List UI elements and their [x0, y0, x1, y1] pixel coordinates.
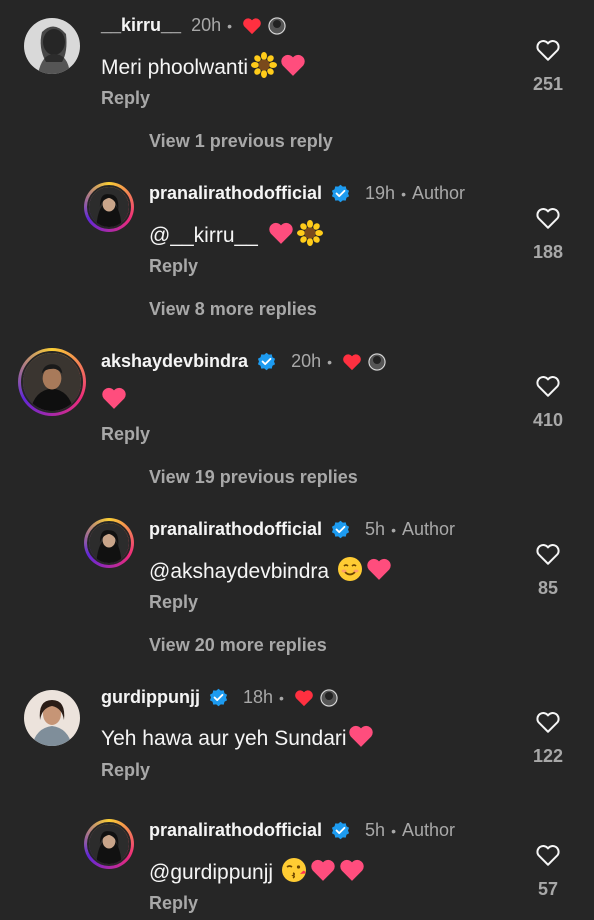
heart-outline-icon[interactable]: [535, 206, 561, 230]
separator-dot: •: [327, 353, 333, 370]
heart-outline-icon[interactable]: [535, 542, 561, 566]
reply-button[interactable]: Reply: [101, 424, 150, 445]
liked-by-author-heart-icon: [343, 353, 361, 370]
separator-dot: •: [401, 185, 406, 202]
author-mini-avatar: [319, 688, 338, 707]
comment-text: Meri phoolwanti: [101, 52, 306, 84]
comment-text: @akshaydevbindra: [149, 556, 392, 588]
comment-meta: pranalirathodofficial 5h • Author: [149, 519, 455, 540]
view-more-replies[interactable]: View 8 more replies: [149, 299, 317, 320]
comment-text: [101, 386, 127, 416]
pink-heart-emoji: [366, 557, 392, 587]
verified-badge-icon: [331, 821, 350, 840]
view-previous-replies[interactable]: View 1 previous reply: [149, 131, 333, 152]
view-previous-replies[interactable]: View 19 previous replies: [149, 467, 358, 488]
like-control: 57: [530, 843, 566, 900]
comment-meta: akshaydevbindra 20h •: [101, 351, 387, 372]
mention-link[interactable]: @gurdippunjj: [149, 861, 273, 885]
like-count: 122: [532, 746, 564, 766]
kissing-face-emoji: [281, 857, 307, 889]
comment-text: @gurdippunjj: [149, 857, 365, 889]
avatar[interactable]: [84, 819, 134, 869]
separator-dot: •: [227, 17, 233, 34]
comment-meta: pranalirathodofficial 19h • Author: [149, 183, 465, 204]
username[interactable]: __kirru__: [101, 15, 181, 36]
pink-heart-emoji: [101, 386, 127, 416]
comment-thread: __kirru__ 20h • Meri phoolwanti Reply 25…: [0, 0, 594, 920]
avatar[interactable]: [24, 690, 80, 746]
like-count: 410: [532, 410, 564, 430]
author-label: Author: [401, 519, 456, 539]
username[interactable]: pranalirathodofficial: [149, 183, 322, 204]
like-count: 85: [537, 578, 559, 598]
username[interactable]: pranalirathodofficial: [149, 519, 322, 540]
comment-meta: gurdippunjj 18h •: [101, 687, 338, 708]
separator-dot: •: [279, 689, 284, 706]
reply-button[interactable]: Reply: [149, 592, 198, 613]
like-control: 122: [530, 710, 566, 767]
timestamp: 19h: [365, 183, 396, 203]
author-mini-avatar: [268, 16, 287, 35]
timestamp: 20h: [291, 351, 322, 371]
like-count: 251: [532, 74, 564, 94]
like-count: 188: [532, 242, 564, 262]
author-label: Author: [411, 183, 466, 203]
separator-dot: •: [391, 822, 396, 839]
like-control: 85: [530, 542, 566, 599]
timestamp: 5h: [365, 820, 386, 840]
mention-link[interactable]: @akshaydevbindra: [149, 560, 329, 584]
comment-text-body: Meri phoolwanti: [101, 56, 249, 79]
pink-heart-emoji: [348, 724, 374, 754]
comment-text: Yeh hawa aur yeh Sundari: [101, 724, 374, 754]
separator-dot: •: [391, 521, 396, 538]
comment-meta: __kirru__ 20h •: [101, 15, 287, 36]
heart-outline-icon[interactable]: [535, 843, 561, 867]
liked-by-author-indicator: [294, 688, 338, 707]
pink-heart-emoji: [310, 858, 336, 888]
liked-by-author-indicator: [242, 16, 287, 35]
view-more-replies[interactable]: View 20 more replies: [149, 635, 327, 656]
liked-by-author-heart-icon: [243, 17, 261, 34]
mention-link[interactable]: @__kirru__: [149, 224, 258, 248]
pink-heart-emoji: [268, 221, 294, 251]
reply-button[interactable]: Reply: [149, 256, 198, 277]
heart-outline-icon[interactable]: [535, 710, 561, 734]
like-control: 251: [530, 38, 566, 95]
liked-by-author-heart-icon: [295, 689, 313, 706]
username[interactable]: gurdippunjj: [101, 687, 200, 708]
timestamp: 18h: [242, 687, 274, 707]
comment-text-body: Yeh hawa aur yeh Sundari: [101, 727, 347, 750]
avatar[interactable]: [18, 348, 86, 416]
avatar[interactable]: [84, 518, 134, 568]
pink-heart-emoji: [280, 53, 306, 83]
liked-by-author-indicator: [342, 352, 387, 371]
author-mini-avatar: [368, 352, 387, 371]
pink-heart-emoji: [339, 858, 365, 888]
username[interactable]: akshaydevbindra: [101, 351, 248, 372]
timestamp: 5h: [365, 519, 386, 539]
verified-badge-icon: [209, 688, 228, 707]
reply-button[interactable]: Reply: [149, 893, 198, 914]
author-label: Author: [401, 820, 456, 840]
verified-badge-icon: [258, 352, 276, 371]
heart-outline-icon[interactable]: [535, 374, 561, 398]
verified-badge-icon: [331, 184, 350, 203]
avatar[interactable]: [24, 18, 80, 74]
avatar[interactable]: [84, 182, 134, 232]
like-control: 188: [530, 206, 566, 263]
comment-text: @__kirru__: [149, 220, 323, 252]
comment-meta: pranalirathodofficial 5h • Author: [149, 820, 455, 841]
like-count: 57: [537, 879, 559, 899]
sunflower-emoji: [251, 52, 278, 84]
verified-badge-icon: [331, 520, 350, 539]
like-control: 410: [530, 374, 566, 431]
heart-outline-icon[interactable]: [535, 38, 561, 62]
reply-button[interactable]: Reply: [101, 88, 150, 109]
username[interactable]: pranalirathodofficial: [149, 820, 322, 841]
sunflower-emoji: [296, 220, 323, 252]
timestamp: 20h: [191, 15, 222, 35]
reply-button[interactable]: Reply: [101, 760, 150, 781]
smiling-face-emoji: [337, 556, 363, 588]
